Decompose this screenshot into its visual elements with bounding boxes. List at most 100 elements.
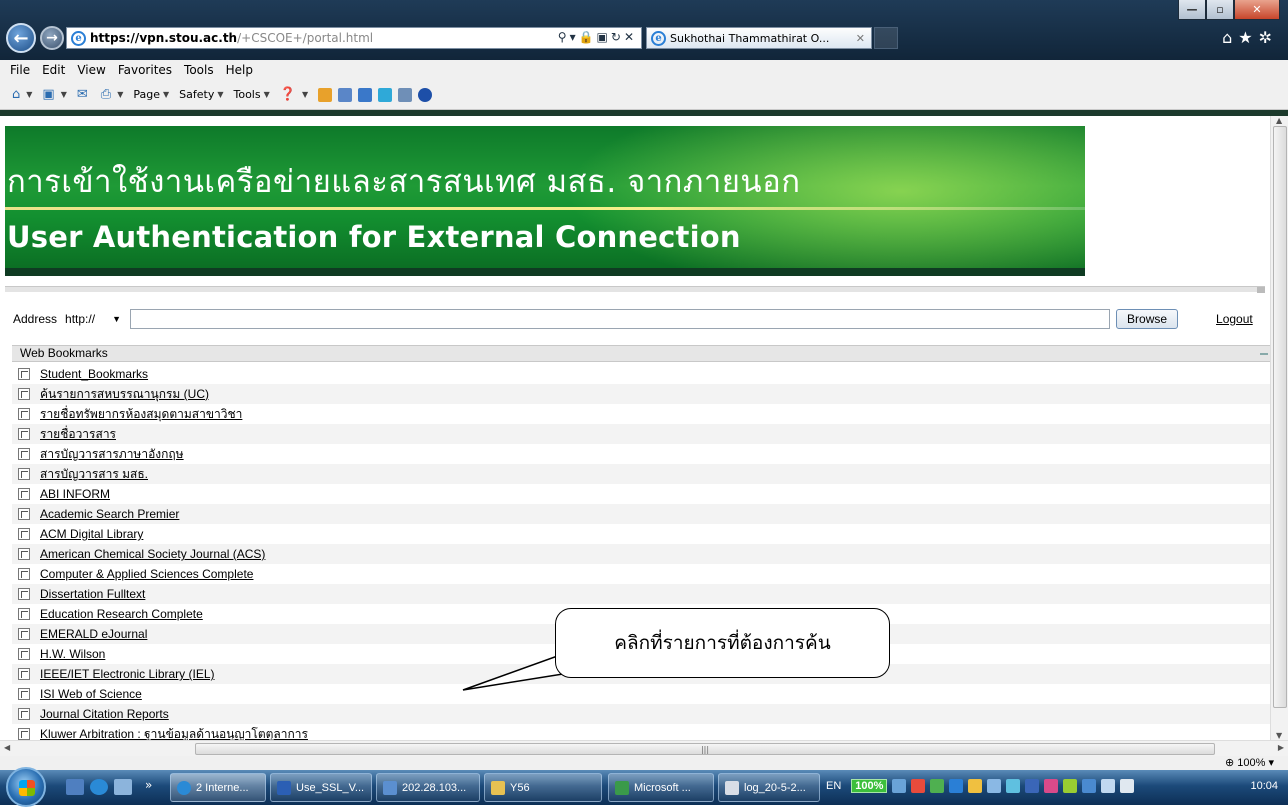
- addon-icon-4[interactable]: [378, 87, 393, 102]
- collapse-icon[interactable]: [1260, 353, 1268, 355]
- bluetooth-icon[interactable]: [418, 87, 433, 102]
- addon-icon-5[interactable]: [398, 87, 413, 102]
- bookmark-link[interactable]: Journal Citation Reports: [40, 707, 169, 721]
- maximize-button[interactable]: ▫: [1206, 0, 1234, 20]
- protocol-select[interactable]: http:// ▼: [62, 309, 127, 329]
- tray-icon-5[interactable]: [968, 779, 983, 793]
- taskbar-button-microsoft[interactable]: Microsoft ...: [608, 773, 714, 802]
- language-indicator[interactable]: EN: [826, 780, 841, 792]
- gear-icon[interactable]: ✲: [1259, 28, 1278, 47]
- bookmark-link[interactable]: สารบัญวารสาร มสธ.: [40, 465, 148, 484]
- bookmark-link[interactable]: ค้นรายการสหบรรณานุกรม (UC): [40, 385, 209, 404]
- network-icon[interactable]: [1101, 779, 1116, 793]
- portal-url-input[interactable]: [130, 309, 1111, 329]
- switch-windows-icon[interactable]: [114, 779, 132, 795]
- bookmark-link[interactable]: รายชื่อวารสาร: [40, 425, 116, 444]
- horizontal-scroll-thumb[interactable]: |||: [195, 743, 1215, 755]
- favorites-star-icon[interactable]: ★: [1238, 28, 1258, 47]
- bookmark-link[interactable]: ACM Digital Library: [40, 527, 143, 541]
- print-button[interactable]: ⎙ ▼: [101, 87, 124, 102]
- bookmark-link[interactable]: สารบัญวารสารภาษาอังกฤษ: [40, 445, 184, 464]
- bookmark-link[interactable]: Education Research Complete: [40, 607, 203, 621]
- minimize-button[interactable]: —: [1178, 0, 1206, 20]
- bookmark-link[interactable]: EMERALD eJournal: [40, 627, 147, 641]
- vertical-scrollbar[interactable]: ▲ ▼: [1270, 116, 1288, 740]
- browser-tab[interactable]: e Sukhothai Thammathirat O... ✕: [646, 27, 872, 49]
- tray-icon-3[interactable]: [930, 779, 945, 793]
- start-button[interactable]: [6, 767, 46, 807]
- feeds-button[interactable]: ▣ ▼: [42, 87, 66, 102]
- ie-quicklaunch-icon[interactable]: [90, 779, 108, 795]
- volume-icon[interactable]: [1120, 779, 1135, 793]
- horizontal-scrollbar[interactable]: ◀ ||| ▶: [0, 740, 1288, 756]
- taskbar-button-folder[interactable]: Y56: [484, 773, 602, 802]
- safety-menu[interactable]: Safety ▼: [179, 88, 223, 101]
- bookmark-link[interactable]: Dissertation Fulltext: [40, 587, 145, 601]
- bookmark-icon: [18, 428, 30, 440]
- bookmark-link[interactable]: รายชื่อทรัพยากรห้องสมุดตามสาขาวิชา: [40, 405, 242, 424]
- zoom-level[interactable]: ⊕ 100% ▾: [1225, 756, 1274, 769]
- tray-icon-6[interactable]: [987, 779, 1002, 793]
- window-controls: — ▫ ✕: [1178, 0, 1280, 20]
- menu-help[interactable]: Help: [226, 63, 253, 77]
- bookmark-icon: [18, 628, 30, 640]
- back-button[interactable]: ←: [6, 23, 36, 53]
- addon-icon-3[interactable]: [358, 87, 373, 102]
- addon-icon-2[interactable]: [338, 87, 353, 102]
- home-icon[interactable]: ⌂: [1222, 28, 1238, 47]
- bookmark-link[interactable]: H.W. Wilson: [40, 647, 105, 661]
- tools-menu[interactable]: Tools ▼: [233, 88, 269, 101]
- forward-button[interactable]: →: [40, 26, 64, 50]
- menu-favorites[interactable]: Favorites: [118, 63, 172, 77]
- tray-icon-4[interactable]: [949, 779, 964, 793]
- bookmark-link[interactable]: Academic Search Premier: [40, 507, 179, 521]
- help-button[interactable]: ❓ ▼: [280, 87, 308, 102]
- tray-icon-8[interactable]: [1025, 779, 1040, 793]
- battery-indicator[interactable]: 100%: [851, 779, 888, 793]
- scroll-right-icon[interactable]: ▶: [1278, 743, 1284, 752]
- show-desktop-icon[interactable]: [66, 779, 84, 795]
- browse-button[interactable]: Browse: [1116, 309, 1179, 329]
- tray-icon-9[interactable]: [1044, 779, 1059, 793]
- taskbar-button-word[interactable]: Use_SSL_V...: [270, 773, 372, 802]
- mail-button[interactable]: ✉: [77, 87, 91, 102]
- bookmark-link[interactable]: Student_Bookmarks: [40, 367, 148, 381]
- tab-ie-icon: e: [651, 30, 666, 46]
- bookmark-link[interactable]: ABI INFORM: [40, 487, 110, 501]
- taskbar-button-remote[interactable]: 202.28.103...: [376, 773, 480, 802]
- address-tools-icons[interactable]: ⚲▾🔒▣↻✕: [558, 30, 637, 44]
- scroll-up-icon[interactable]: ▲: [1276, 116, 1282, 125]
- tray-icon-2[interactable]: [911, 779, 926, 793]
- logout-link[interactable]: Logout: [1216, 312, 1253, 326]
- url-host: https://vpn.stou.ac.th: [90, 31, 238, 45]
- menu-file[interactable]: File: [10, 63, 30, 77]
- addon-icon-1[interactable]: [318, 87, 333, 102]
- tray-icon-1[interactable]: [892, 779, 907, 793]
- quicklaunch-chevron-icon[interactable]: »: [145, 778, 152, 792]
- tray-icon-11[interactable]: [1082, 779, 1097, 793]
- scroll-down-icon[interactable]: ▼: [1276, 731, 1282, 740]
- menu-tools[interactable]: Tools: [184, 63, 214, 77]
- close-window-button[interactable]: ✕: [1234, 0, 1280, 20]
- browser-address-bar[interactable]: e https://vpn.stou.ac.th /+CSCOE+/portal…: [66, 27, 642, 49]
- scroll-left-icon[interactable]: ◀: [4, 743, 10, 752]
- taskbar-button-ie[interactable]: 2 Interne...: [170, 773, 266, 802]
- tab-close-icon[interactable]: ✕: [856, 32, 865, 45]
- bookmark-link[interactable]: American Chemical Society Journal (ACS): [40, 547, 265, 561]
- bookmark-link[interactable]: Kluwer Arbitration : ฐานข้อมูลด้านอนุญาโ…: [40, 725, 308, 741]
- menu-edit[interactable]: Edit: [42, 63, 65, 77]
- taskbar-clock[interactable]: 10:04: [1250, 780, 1278, 792]
- browser-right-icons[interactable]: ⌂★✲: [1222, 28, 1278, 47]
- new-tab-button[interactable]: [874, 27, 898, 49]
- list-item: Academic Search Premier: [12, 504, 1270, 524]
- taskbar-button-log[interactable]: log_20-5-2...: [718, 773, 820, 802]
- bookmark-link[interactable]: ISI Web of Science: [40, 687, 142, 701]
- page-menu[interactable]: Page ▼: [133, 88, 169, 101]
- vertical-scroll-thumb[interactable]: [1273, 126, 1287, 708]
- home-button[interactable]: ⌂ ▼: [12, 87, 32, 102]
- menu-view[interactable]: View: [77, 63, 105, 77]
- tray-icon-10[interactable]: [1063, 779, 1078, 793]
- tray-icon-7[interactable]: [1006, 779, 1021, 793]
- bookmark-link[interactable]: Computer & Applied Sciences Complete: [40, 567, 253, 581]
- bookmark-link[interactable]: IEEE/IET Electronic Library (IEL): [40, 667, 215, 681]
